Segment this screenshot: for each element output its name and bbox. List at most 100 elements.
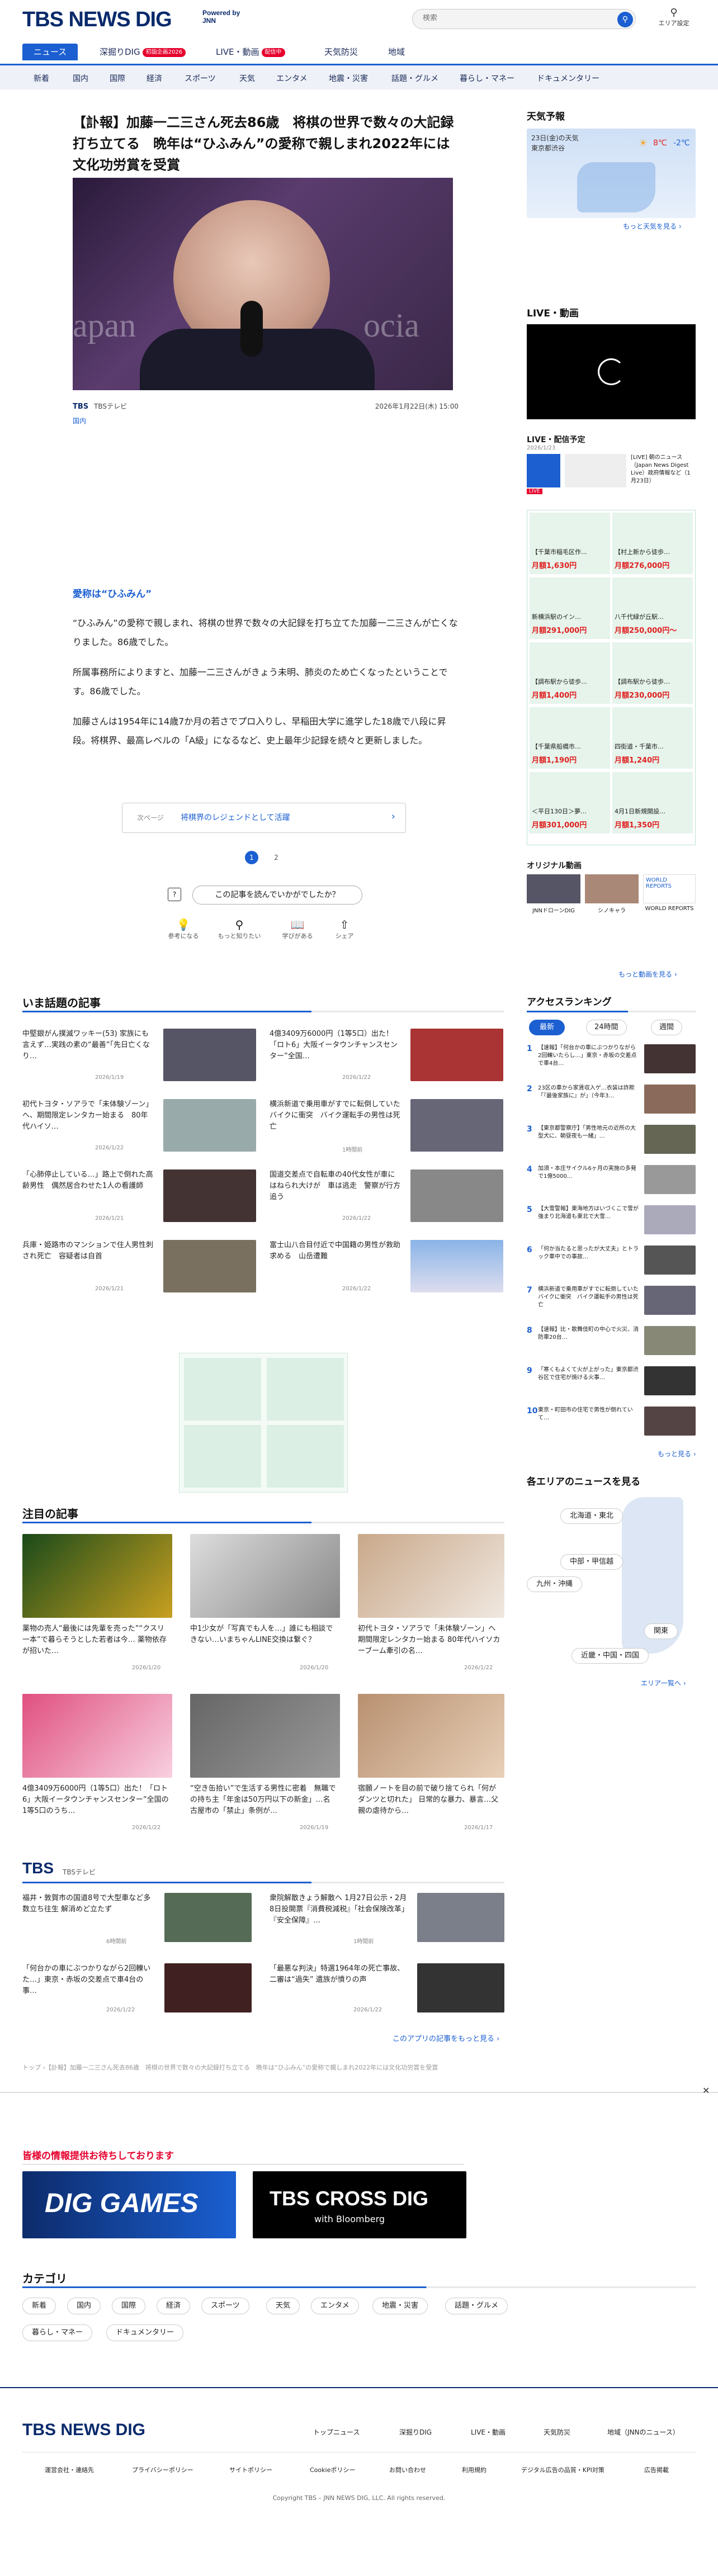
footer-link[interactable]: お問い合わせ	[389, 2465, 426, 2474]
footer-link[interactable]: デジタル広告の品質・KPI対策	[521, 2465, 604, 2474]
area-button-kinki[interactable]: 近畿・中国・四国	[571, 1648, 649, 1664]
subnav-sports[interactable]: スポーツ	[185, 73, 216, 84]
subnav-international[interactable]: 国際	[110, 73, 125, 84]
weather-more-link[interactable]: もっと天気を見る ›	[623, 221, 682, 231]
search-icon[interactable]: ⚲	[617, 12, 633, 27]
area-button-hokkaido-tohoku[interactable]: 北海道・東北	[560, 1508, 623, 1524]
tbs-item[interactable]: 「何台かの車にぶつかりながら2回轢いた…」東京・赤坂の交差点で車4台の事… 20…	[22, 1963, 257, 2017]
area-setting-button[interactable]: ⚲ エリア設定	[654, 7, 693, 27]
subnav-new[interactable]: 新着	[34, 73, 49, 84]
nav-area[interactable]: 地域	[388, 44, 405, 60]
original-more-link[interactable]: もっと動画を見る ›	[618, 969, 677, 979]
original-video-item[interactable]: シノキャラ	[585, 874, 639, 928]
trending-item[interactable]: 国道交差点で自転車の40代女性が車にはねられ大けが 車は逃走 警察が行方追う 2…	[270, 1169, 504, 1225]
category-chip[interactable]: 暮らし・マネー	[22, 2324, 93, 2341]
ad-tile[interactable]: 【千葉県船橋市… 月額1,190円	[530, 707, 610, 769]
category-chip[interactable]: 経済	[157, 2298, 191, 2314]
ranking-item[interactable]: 6 「何か当たると思ったが大丈夫」とトラック車中での事故…	[527, 1246, 696, 1284]
subnav-domestic[interactable]: 国内	[73, 73, 88, 84]
subnav-entertainment[interactable]: エンタメ	[276, 73, 308, 84]
ad-tile[interactable]: 4月1日新規開設… 月額1,350円	[612, 772, 693, 834]
subnav-gourmet[interactable]: 話題・グルメ	[391, 73, 438, 84]
weather-map[interactable]: 23日(金)の天気 東京都渋谷 ☀ 8℃ -2℃	[527, 129, 696, 218]
ranking-item[interactable]: 5 【大雪警報】東海地方はいづくこで雪が強まり北海道も東北で大雪…	[527, 1205, 696, 1243]
featured-card[interactable]: “空き缶拾い”で生活する男性に密着 無職での持ち主「年金は50万円以下の新金」……	[190, 1694, 340, 1845]
inline-ad[interactable]	[179, 1353, 348, 1493]
ranking-item[interactable]: 8 【速報】比・歌舞伎町の中心で火災、消防車20台…	[527, 1326, 696, 1364]
site-logo[interactable]: TBS NEWS DIG Powered by JNN	[22, 8, 240, 32]
ranking-item[interactable]: 9 「寒くもよくて火が上がった」東京都渋谷区で住宅が焼ける火事…	[527, 1366, 696, 1404]
trending-item[interactable]: 初代トヨタ・ソアラで「未体験ゾーン」へ、期間限定レンタカー始まる 80年代ハイソ…	[22, 1099, 257, 1155]
cross-dig-banner[interactable]: TBS CROSS DIG with Bloomberg	[253, 2171, 466, 2238]
ranking-item[interactable]: 4 加須・本庄サイクル6ヶ月の実施の多発で1億5000…	[527, 1165, 696, 1203]
subnav-living[interactable]: 暮らし・マネー	[460, 73, 514, 84]
search-input[interactable]	[423, 14, 607, 22]
pager-page-2[interactable]: 2	[270, 851, 283, 864]
subnav-disaster[interactable]: 地震・災害	[329, 73, 368, 84]
reaction-share[interactable]: ⇧ シェア	[328, 918, 361, 940]
nav-live[interactable]: LIVE・動画 配信中	[216, 44, 285, 60]
ad-tile[interactable]: 【千葉市稲毛区作… 月額1,630円	[530, 513, 610, 574]
tbs-item[interactable]: 「最悪な判決」特選1964年の死亡事故、二審は“過失” 遺族が憤りの声 2026…	[270, 1963, 504, 2017]
next-page-link[interactable]: 次ページ 将棋界のレジェンドとして活躍 ›	[122, 803, 406, 833]
ad-tile[interactable]: ＜平日130日＞夢… 月額301,000円	[530, 772, 610, 834]
footer-link[interactable]: 運営会社・連絡先	[45, 2465, 94, 2474]
ranking-more-link[interactable]: もっと見る ›	[658, 1449, 696, 1459]
trending-item[interactable]: 横浜新道で乗用車がすでに転倒していたバイクに衝突 バイク運転手の男性は死亡 1時…	[270, 1099, 504, 1155]
ad-tile[interactable]: 新横浜駅のイン… 月額291,000円	[530, 577, 610, 639]
live-player[interactable]	[527, 324, 696, 419]
category-chip[interactable]: 話題・グルメ	[445, 2298, 508, 2314]
ranking-tab-latest[interactable]: 最新	[529, 1020, 565, 1035]
featured-card[interactable]: 薬物の売人“最後には先輩を売った”“クスリ一本”で暮らそうとした若者は今… 薬物…	[22, 1534, 172, 1685]
trending-item[interactable]: 「心肺停止している…」路上で倒れた高齢男性 偶然居合わせた1人の看護師 2026…	[22, 1169, 257, 1225]
nav-weather[interactable]: 天気防災	[324, 44, 358, 60]
area-button-kanto[interactable]: 関東	[644, 1623, 678, 1639]
ad-tile[interactable]: 八千代緑が丘駅… 月額250,000円〜	[612, 577, 693, 639]
ranking-item[interactable]: 10 東京・町田市の住宅で男性が倒れていて…	[527, 1407, 696, 1445]
footer-link[interactable]: Cookieポリシー	[310, 2465, 355, 2474]
trending-item[interactable]: 富士山八合目付近で中国籍の男性が救助求める 山岳遭難 2026/1/22	[270, 1240, 504, 1296]
featured-card[interactable]: 中1少女が「写真でも人を…」誰にも相談できない…いまちゃんLINE交換は繋ぐ？ …	[190, 1534, 340, 1685]
category-chip[interactable]: スポーツ	[201, 2298, 249, 2314]
subnav-documentary[interactable]: ドキュメンタリー	[537, 73, 599, 84]
featured-card[interactable]: 初代トヨタ・ソアラで「未体験ゾーン」へ 期間限定レンタカー始まる 80年代ハイソ…	[358, 1534, 504, 1685]
ranking-item[interactable]: 3 【東京都警察庁】「男性地元の近所の大型犬に、朝昼夜も一緒」…	[527, 1125, 696, 1163]
breadcrumb[interactable]: トップ ›【訃報】加藤一二三さん死去86歳 将棋の世界で数々の大記録打ち立てる …	[22, 2063, 526, 2072]
reaction-helpful[interactable]: 💡 参考になる	[162, 918, 205, 940]
subnav-economy[interactable]: 経済	[147, 73, 162, 84]
area-button-chubu[interactable]: 中部・甲信越	[560, 1554, 623, 1570]
ad-tile[interactable]: 【調布駅から徒歩… 月額1,400円	[530, 642, 610, 704]
pager-page-1[interactable]: 1	[245, 851, 258, 864]
footer-nav-link[interactable]: 天気防災	[544, 2427, 570, 2437]
article-source[interactable]: TBSテレビ	[94, 402, 127, 410]
category-chip[interactable]: ドキュメンタリー	[106, 2324, 184, 2341]
category-chip[interactable]: 天気	[266, 2298, 300, 2314]
footer-nav-link[interactable]: 地域（JNNのニュース）	[607, 2427, 679, 2437]
trending-item[interactable]: 中堅銀がん撲滅ワッキー(53) 家族にも言えず…実践の素の“最善”「先日亡くなり…	[22, 1029, 257, 1085]
tbs-more-link[interactable]: このアプリの記事をもっと見る ›	[393, 2033, 499, 2043]
close-icon[interactable]: ✕	[702, 2085, 710, 2096]
footer-link[interactable]: プライバシーポリシー	[132, 2465, 193, 2474]
footer-link[interactable]: サイトポリシー	[229, 2465, 272, 2474]
ranking-item[interactable]: 1 【速報】「何台かの車にぶつかりながら2回轢いたらし…」東京・赤坂の交差点で車4…	[527, 1044, 696, 1082]
footer-logo[interactable]: TBS NEWS DIG	[22, 2421, 145, 2440]
reaction-more[interactable]: ⚲ もっと知りたい	[211, 918, 267, 940]
trending-item[interactable]: 兵庫・姫路市のマンションで住人男性刺され死亡 容疑者は自首 2026/1/21	[22, 1240, 257, 1296]
original-video-item[interactable]: JNNドローンDIG	[527, 874, 580, 928]
subnav-weather[interactable]: 天気	[239, 73, 255, 84]
footer-nav-link[interactable]: 深掘りDIG	[399, 2427, 432, 2437]
category-chip[interactable]: 地震・災害	[372, 2298, 428, 2314]
sidebar-ad[interactable]: 【千葉市稲毛区作… 月額1,630円 【村上新から徒歩… 月額276,000円 …	[527, 510, 696, 845]
featured-card[interactable]: 宿願ノートを目の前で破り捨てられ「何がダンツと切れた」 日常的な暴力、暴言…父親…	[358, 1694, 504, 1845]
article-category[interactable]: 国内	[73, 416, 86, 425]
nav-news[interactable]: ニュース	[22, 44, 78, 60]
category-chip[interactable]: 国内	[67, 2298, 101, 2314]
tbs-item[interactable]: 衆院解散きょう解散へ 1月27日公示・2月8日投開票『消費税減税』「社会保険改革…	[270, 1893, 504, 1947]
trending-item[interactable]: 4億3409万6000円（1等5口）出た！「ロト6」大阪イータウンチャンスセンタ…	[270, 1029, 504, 1085]
footer-nav-link[interactable]: トップニュース	[313, 2427, 360, 2437]
nav-dig[interactable]: 深掘りDIG 初詣企画2026	[100, 44, 186, 60]
reaction-learn[interactable]: 📖 学びがある	[276, 918, 319, 940]
ranking-tab-24h[interactable]: 24時間	[586, 1020, 627, 1035]
tbs-item[interactable]: 福井・敦賀市の国道8号で大型車など多数立ち往生 解消めど立たず 6時間前	[22, 1893, 257, 1947]
live-schedule-item[interactable]: LIVE [LIVE] 朝のニュース（Japan News Digest Liv…	[527, 454, 696, 498]
